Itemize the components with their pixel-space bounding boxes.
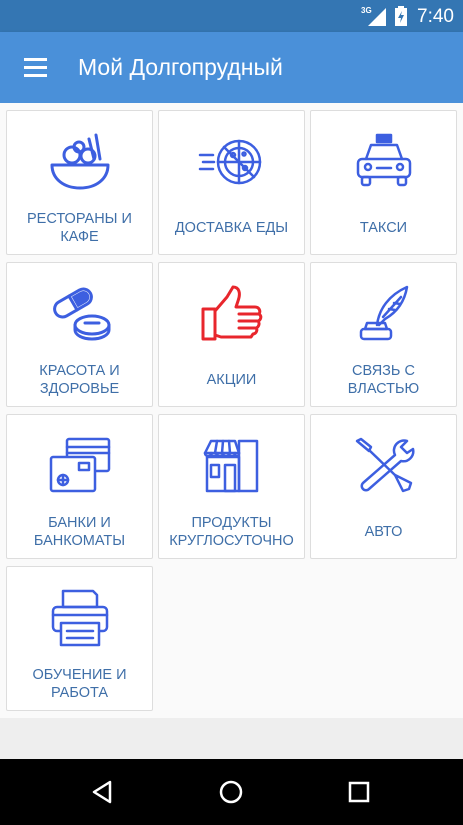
pizza-delivery-icon xyxy=(198,139,262,185)
category-tile-government-contact[interactable]: СВЯЗЬ С ВЛАСТЬЮ xyxy=(310,262,457,407)
menu-button[interactable] xyxy=(14,47,56,89)
home-button[interactable] xyxy=(211,772,251,812)
back-button[interactable] xyxy=(82,772,122,812)
signal-icon xyxy=(368,8,386,26)
back-triangle-icon xyxy=(92,780,112,804)
tile-label: ДОСТАВКА ЕДЫ xyxy=(174,220,289,236)
category-tile-24h-groceries[interactable]: ПРОДУКТЫ КРУГЛОСУТОЧНО xyxy=(158,414,305,559)
app-bar: Мой Долгопрудный xyxy=(0,32,463,103)
battery-charging-icon xyxy=(395,6,407,26)
category-tile-food-delivery[interactable]: ДОСТАВКА ЕДЫ xyxy=(158,110,305,255)
category-tile-promotions[interactable]: АКЦИИ xyxy=(158,262,305,407)
system-navigation-bar xyxy=(0,759,463,825)
category-grid: РЕСТОРАНЫ И КАФЕ ДОСТАВКА ЕДЫ ТАКСИ КРАС… xyxy=(0,103,463,718)
recent-square-icon xyxy=(348,781,370,803)
category-tile-banks-atms[interactable]: БАНКИ И БАНКОМАТЫ xyxy=(6,414,153,559)
tile-label: ТАКСИ xyxy=(359,220,408,236)
clock: 7:40 xyxy=(417,6,454,27)
bank-cards-icon xyxy=(49,437,111,493)
tile-label: РЕСТОРАНЫ И КАФЕ xyxy=(27,211,132,245)
home-circle-icon xyxy=(219,780,243,804)
recent-apps-button[interactable] xyxy=(339,772,379,812)
tile-label: БАНКИ И БАНКОМАТЫ xyxy=(33,515,126,549)
tile-label: КРАСОТА И ЗДОРОВЬЕ xyxy=(39,363,120,397)
thumbs-up-icon xyxy=(201,285,263,341)
tile-label: АКЦИИ xyxy=(206,372,257,388)
taxi-icon xyxy=(356,133,412,187)
food-bowl-icon xyxy=(50,133,110,190)
category-tile-auto[interactable]: АВТО xyxy=(310,414,457,559)
pills-icon xyxy=(53,287,111,341)
store-icon xyxy=(203,439,259,493)
printer-icon xyxy=(51,589,109,647)
bottom-spacer xyxy=(0,718,463,759)
tile-label: ОБУЧЕНИЕ И РАБОТА xyxy=(32,667,127,701)
category-tile-beauty-health[interactable]: КРАСОТА И ЗДОРОВЬЕ xyxy=(6,262,153,407)
tools-icon xyxy=(355,437,415,493)
status-bar: 3G 7:40 xyxy=(0,0,463,32)
page-title: Мой Долгопрудный xyxy=(78,54,283,80)
category-tile-taxi[interactable]: ТАКСИ xyxy=(310,110,457,255)
quill-inkwell-icon xyxy=(359,285,409,341)
tile-label: ПРОДУКТЫ КРУГЛОСУТОЧНО xyxy=(169,515,294,549)
category-tile-restaurants[interactable]: РЕСТОРАНЫ И КАФЕ xyxy=(6,110,153,255)
category-tile-education-jobs[interactable]: ОБУЧЕНИЕ И РАБОТА xyxy=(6,566,153,711)
tile-label: АВТО xyxy=(364,524,403,540)
tile-label: СВЯЗЬ С ВЛАСТЬЮ xyxy=(347,363,420,397)
